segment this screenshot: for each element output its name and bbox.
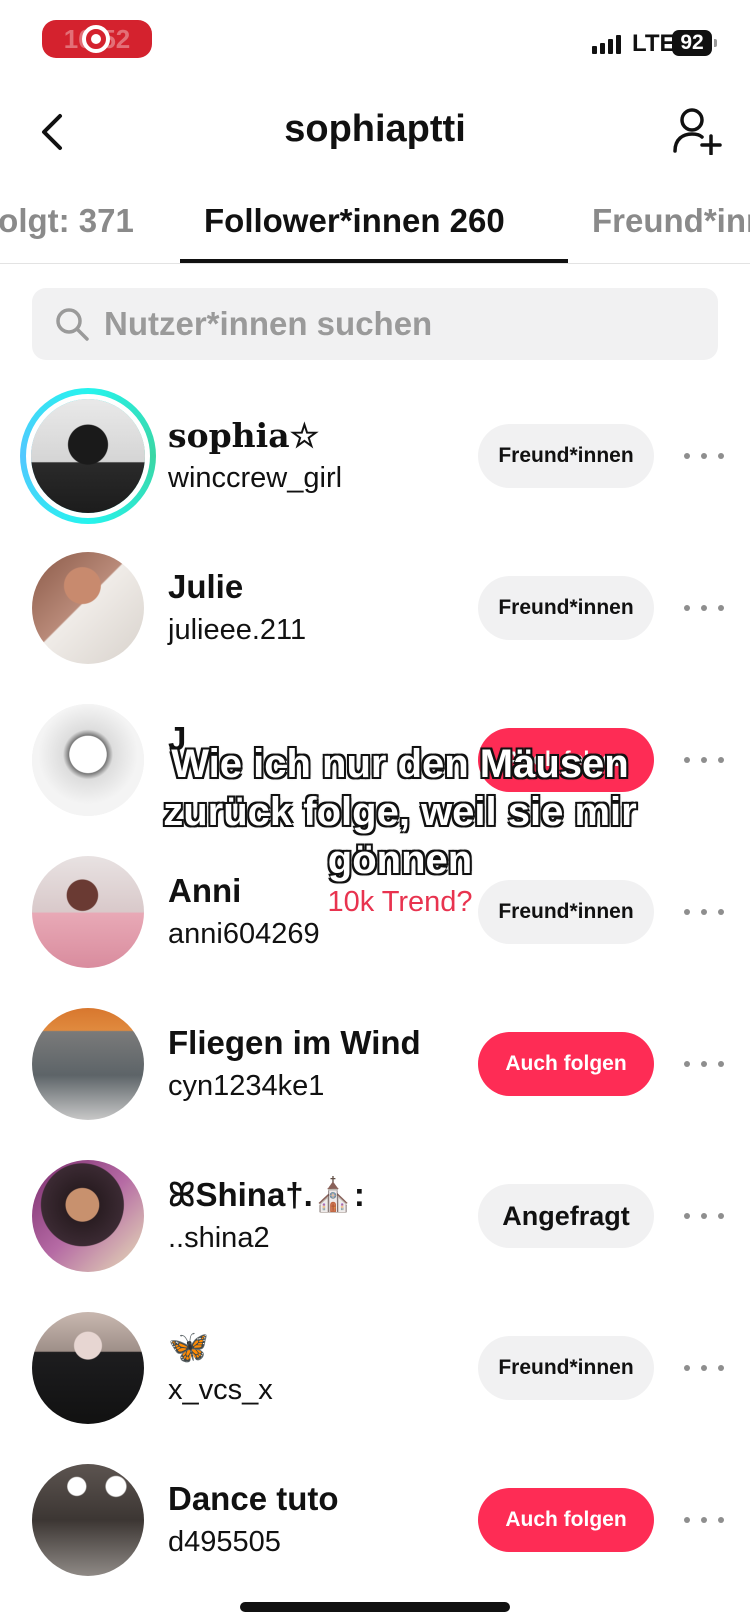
more-options-button[interactable]: [684, 1200, 724, 1232]
battery-level: 92: [680, 31, 704, 54]
page-title: sophiaptti: [284, 108, 466, 150]
more-options-button[interactable]: [684, 1352, 724, 1384]
header: sophiaptti: [0, 90, 750, 174]
avatar[interactable]: [32, 1160, 144, 1272]
search-placeholder: Nutzer*innen suchen: [104, 305, 433, 342]
friends-button[interactable]: Freund*innen: [478, 1336, 654, 1400]
user-name: sophia☆: [168, 416, 320, 455]
caption-line: gönnen: [327, 838, 473, 882]
add-friend-button[interactable]: [670, 104, 724, 158]
tab-following[interactable]: Folgt: 371: [0, 202, 134, 240]
tab-followers[interactable]: Follower*innen 260: [204, 202, 505, 240]
user-name: Fliegen im Wind: [168, 1024, 421, 1061]
home-indicator[interactable]: [240, 1602, 510, 1612]
avatar[interactable]: [20, 388, 156, 524]
more-options-button[interactable]: [684, 744, 724, 776]
list-item[interactable]: 🦋 x_vcs_x Freund*innen: [0, 1304, 750, 1456]
list-item[interactable]: sophia☆ winccrew_girl Freund*innen: [0, 388, 750, 544]
tab-indicator: [180, 259, 568, 263]
user-name: ꕤShina†.⛪:: [168, 1176, 365, 1213]
search-icon: [56, 308, 89, 341]
user-handle: ..shina2: [168, 1222, 270, 1254]
network-label: LTE: [632, 30, 676, 57]
status-bar: 16:52 LTE 92: [0, 0, 750, 80]
user-handle: anni604269: [168, 918, 320, 950]
user-name: 🦋: [168, 1328, 210, 1365]
follower-list: sophia☆ winccrew_girl Freund*innen Julie…: [0, 388, 750, 1608]
more-options-button[interactable]: [684, 1048, 724, 1080]
friends-button[interactable]: Freund*innen: [478, 576, 654, 640]
search-input[interactable]: Nutzer*innen suchen: [32, 288, 718, 360]
user-handle: winccrew_girl: [168, 462, 343, 494]
add-user-icon: [673, 108, 722, 155]
avatar[interactable]: [32, 1464, 144, 1576]
battery-icon: 92: [672, 30, 717, 56]
list-item[interactable]: ꕤShina†.⛪: ..shina2 Angefragt: [0, 1152, 750, 1304]
avatar[interactable]: [32, 704, 144, 816]
avatar[interactable]: [32, 552, 144, 664]
record-icon: [82, 25, 110, 53]
list-item[interactable]: Dance tuto d495505 Auch folgen: [0, 1456, 750, 1608]
follow-back-button[interactable]: Auch folgen: [478, 1032, 654, 1096]
more-options-button[interactable]: [684, 896, 724, 928]
user-name: Dance tuto: [168, 1480, 339, 1517]
follow-back-button[interactable]: Auch folgen: [478, 1488, 654, 1552]
more-options-button[interactable]: [684, 440, 724, 472]
tab-friends[interactable]: Freund*innen: [592, 202, 750, 240]
more-options-button[interactable]: [684, 592, 724, 624]
user-name: Julie: [168, 568, 244, 605]
list-item[interactable]: Fliegen im Wind cyn1234ke1 Auch folgen: [0, 1000, 750, 1152]
more-options-button[interactable]: [684, 1504, 724, 1536]
follow-tabs: Folgt: 371 Follower*innen 260 Freund*inn…: [0, 182, 750, 264]
user-handle: julieee.211: [168, 614, 307, 646]
caption-tag: 10k Trend?: [327, 886, 473, 918]
avatar[interactable]: [32, 856, 144, 968]
caption-line: Wie ich nur den Mäusen: [171, 742, 629, 786]
avatar[interactable]: [32, 1312, 144, 1424]
signal-icon: [592, 34, 621, 54]
screen-recording-indicator[interactable]: 16:52: [42, 20, 152, 58]
requested-button[interactable]: Angefragt: [478, 1184, 654, 1248]
friends-button[interactable]: Freund*innen: [478, 424, 654, 488]
user-handle: cyn1234ke1: [168, 1070, 325, 1102]
user-handle: x_vcs_x: [168, 1374, 273, 1406]
video-caption: Wie ich nur den Mäusen zurück folge, wei…: [150, 740, 650, 919]
caption-line: zurück folge, weil sie mir: [163, 790, 637, 834]
list-item[interactable]: Julie julieee.211 Freund*innen: [0, 544, 750, 696]
user-handle: d495505: [168, 1526, 281, 1558]
avatar[interactable]: [32, 1008, 144, 1120]
